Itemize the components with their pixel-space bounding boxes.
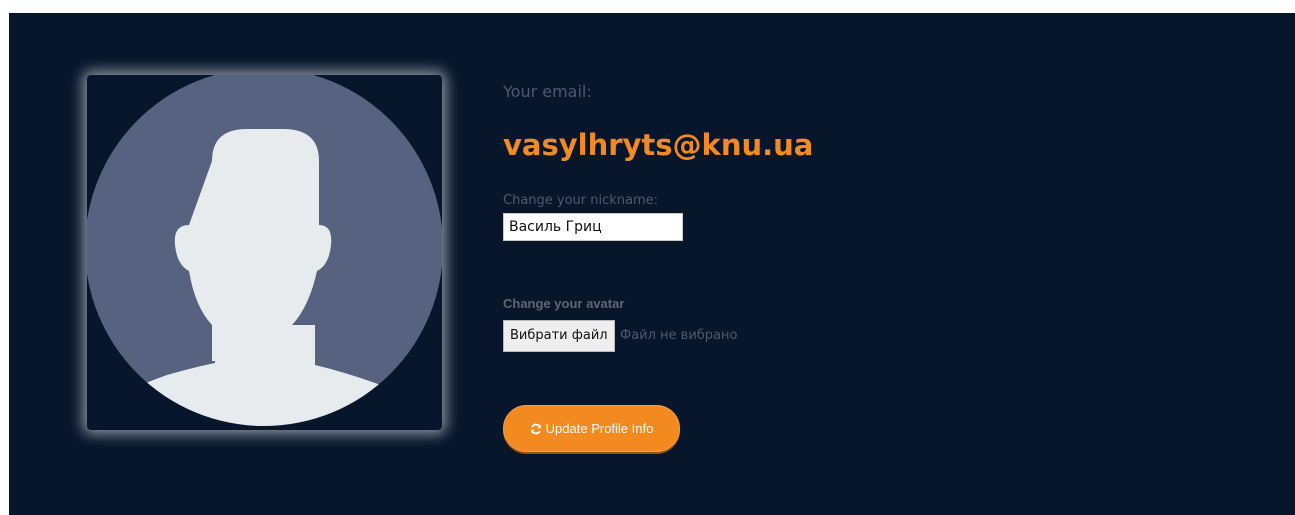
refresh-icon [530, 423, 542, 435]
profile-panel: Your email: vasylhryts@knu.ua Change you… [9, 13, 1295, 515]
nickname-label: Change your nickname: [503, 193, 659, 208]
update-profile-button-label: Update Profile Info [545, 421, 654, 436]
nickname-input[interactable] [503, 213, 683, 241]
file-status-text: Файл не вибрано [620, 328, 738, 343]
avatar-upload-label: Change your avatar [503, 296, 625, 311]
avatar [87, 75, 442, 430]
email-value: vasylhryts@knu.ua [503, 128, 814, 162]
email-label: Your email: [503, 82, 592, 101]
choose-file-button[interactable]: Вибрати файл [503, 320, 615, 352]
update-profile-button[interactable]: Update Profile Info [503, 405, 680, 452]
default-user-silhouette-icon [87, 75, 442, 426]
